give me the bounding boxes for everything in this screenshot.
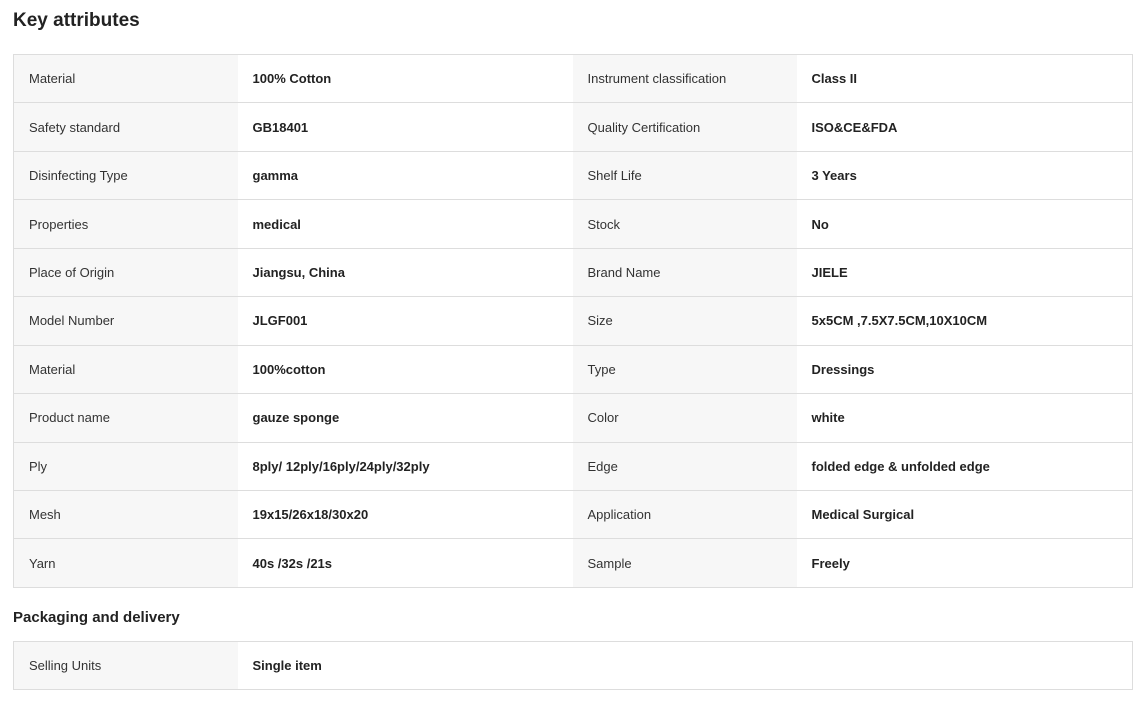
attribute-value: Jiangsu, China (237, 248, 573, 298)
attribute-value: GB18401 (237, 102, 573, 152)
attribute-label: Selling Units (13, 641, 238, 690)
attribute-label: Type (572, 345, 797, 395)
attribute-row: Place of Origin Jiangsu, China Brand Nam… (13, 248, 1133, 298)
attribute-label: Shelf Life (572, 151, 797, 201)
attribute-row: Selling Units Single item (13, 641, 1133, 690)
attribute-value: medical (237, 199, 573, 249)
attribute-label: Model Number (13, 296, 238, 346)
attribute-value: No (796, 199, 1133, 249)
attribute-value: 19x15/26x18/30x20 (237, 490, 573, 540)
packaging-delivery-title: Packaging and delivery (13, 609, 180, 626)
attribute-row: Material 100% Cotton Instrument classifi… (13, 54, 1133, 104)
attribute-label: Brand Name (572, 248, 797, 298)
attribute-label: Yarn (13, 538, 238, 588)
attribute-label: Ply (13, 442, 238, 491)
attribute-value: Single item (237, 641, 1133, 690)
attribute-label: Edge (572, 442, 797, 491)
attribute-row: Model Number JLGF001 Size 5x5CM ,7.5X7.5… (13, 296, 1133, 346)
attribute-label: Properties (13, 199, 238, 249)
attribute-value: 100%cotton (237, 345, 573, 395)
attribute-row: Product name gauze sponge Color white (13, 393, 1133, 443)
attribute-label: Quality Certification (572, 102, 797, 152)
attribute-row: Properties medical Stock No (13, 199, 1133, 249)
attribute-value: Freely (796, 538, 1133, 588)
key-attributes-title: Key attributes (13, 10, 140, 31)
attribute-value: JLGF001 (237, 296, 573, 346)
attribute-label: Color (572, 393, 797, 443)
attribute-value: gamma (237, 151, 573, 201)
attribute-value: ISO&CE&FDA (796, 102, 1133, 152)
attribute-row: Disinfecting Type gamma Shelf Life 3 Yea… (13, 151, 1133, 201)
attribute-value: JIELE (796, 248, 1133, 298)
packaging-delivery-table: Selling Units Single item (13, 641, 1133, 690)
attribute-value: gauze sponge (237, 393, 573, 443)
key-attributes-table: Material 100% Cotton Instrument classifi… (13, 54, 1133, 588)
attribute-label: Application (572, 490, 797, 540)
attribute-label: Material (13, 54, 238, 104)
attribute-row: Material 100%cotton Type Dressings (13, 345, 1133, 395)
attribute-label: Mesh (13, 490, 238, 540)
attribute-value: 8ply/ 12ply/16ply/24ply/32ply (237, 442, 573, 491)
attribute-value: 5x5CM ,7.5X7.5CM,10X10CM (796, 296, 1133, 346)
attribute-label: Sample (572, 538, 797, 588)
attribute-label: Stock (572, 199, 797, 249)
attribute-label: Size (572, 296, 797, 346)
attribute-value: 100% Cotton (237, 54, 573, 104)
attribute-value: white (796, 393, 1133, 443)
attribute-value: 40s /32s /21s (237, 538, 573, 588)
attribute-label: Product name (13, 393, 238, 443)
attribute-label: Place of Origin (13, 248, 238, 298)
attribute-value: folded edge & unfolded edge (796, 442, 1133, 491)
attribute-value: Dressings (796, 345, 1133, 395)
attribute-label: Material (13, 345, 238, 395)
attribute-label: Disinfecting Type (13, 151, 238, 201)
attribute-label: Safety standard (13, 102, 238, 152)
attribute-row: Safety standard GB18401 Quality Certific… (13, 102, 1133, 152)
attribute-value: Medical Surgical (796, 490, 1133, 540)
attribute-label: Instrument classification (572, 54, 797, 104)
attribute-value: 3 Years (796, 151, 1133, 201)
attribute-value: Class II (796, 54, 1133, 104)
attribute-row: Ply 8ply/ 12ply/16ply/24ply/32ply Edge f… (13, 442, 1133, 491)
attribute-row: Yarn 40s /32s /21s Sample Freely (13, 538, 1133, 588)
attribute-row: Mesh 19x15/26x18/30x20 Application Medic… (13, 490, 1133, 540)
